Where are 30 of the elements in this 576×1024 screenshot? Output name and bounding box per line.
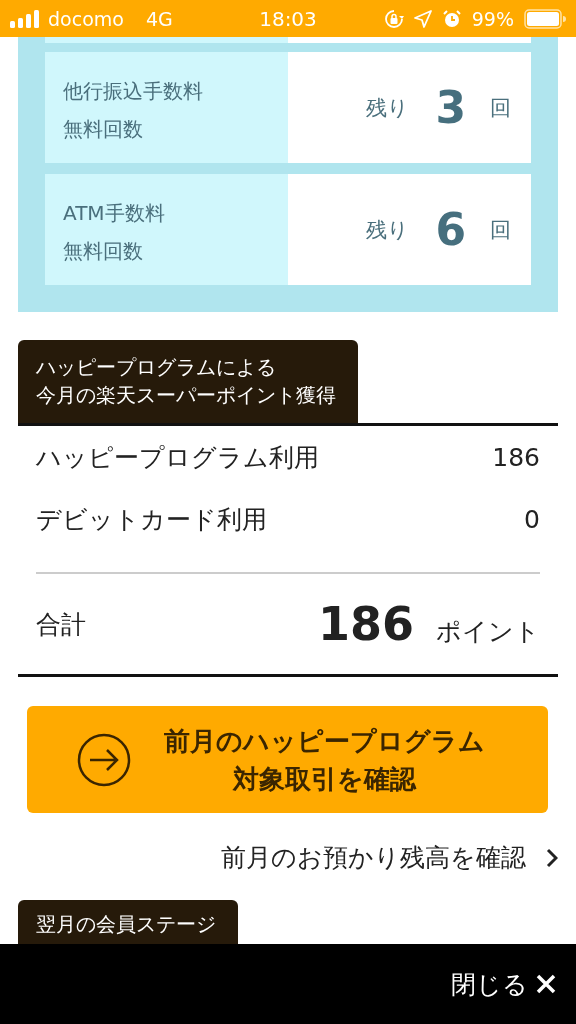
location-arrow-icon — [413, 9, 432, 28]
close-icon — [536, 974, 556, 994]
balance-link[interactable]: 前月のお預かり残高を確認 — [18, 841, 558, 874]
points-label: デビットカード利用 — [36, 503, 267, 536]
network-type: 4G — [145, 7, 173, 30]
total-label: 合計 — [36, 608, 86, 641]
arrow-right-icon — [77, 732, 131, 787]
battery-icon — [524, 8, 566, 29]
chevron-right-icon — [546, 847, 558, 868]
points-value: 186 — [492, 442, 540, 472]
battery-percent: 99% — [471, 7, 514, 30]
rotation-lock-icon — [383, 8, 404, 29]
points-value: 0 — [524, 504, 540, 534]
alarm-icon — [441, 8, 462, 29]
total-points: 186 — [318, 597, 415, 651]
points-label: ハッピープログラム利用 — [36, 441, 319, 474]
remaining-count: 6 — [435, 204, 466, 255]
remaining-label: 残り — [366, 94, 410, 122]
confirm-transactions-button[interactable]: 前月のハッピープログラム 対象取引を確認 — [27, 706, 548, 813]
count-unit: 回 — [490, 216, 511, 244]
remaining-label: 残り — [366, 216, 410, 244]
count-unit: 回 — [490, 94, 511, 122]
status-time: 18:03 — [259, 6, 317, 31]
remaining-count: 3 — [435, 82, 466, 133]
carrier-name: docomo — [48, 7, 124, 30]
close-button[interactable]: 閉じる — [451, 967, 556, 1001]
points-unit: ポイント — [436, 617, 540, 646]
fee-label: ATM手数料 無料回数 — [45, 174, 288, 285]
signal-icon — [10, 9, 40, 28]
fee-label: 他行振込手数料 無料回数 — [45, 52, 288, 163]
